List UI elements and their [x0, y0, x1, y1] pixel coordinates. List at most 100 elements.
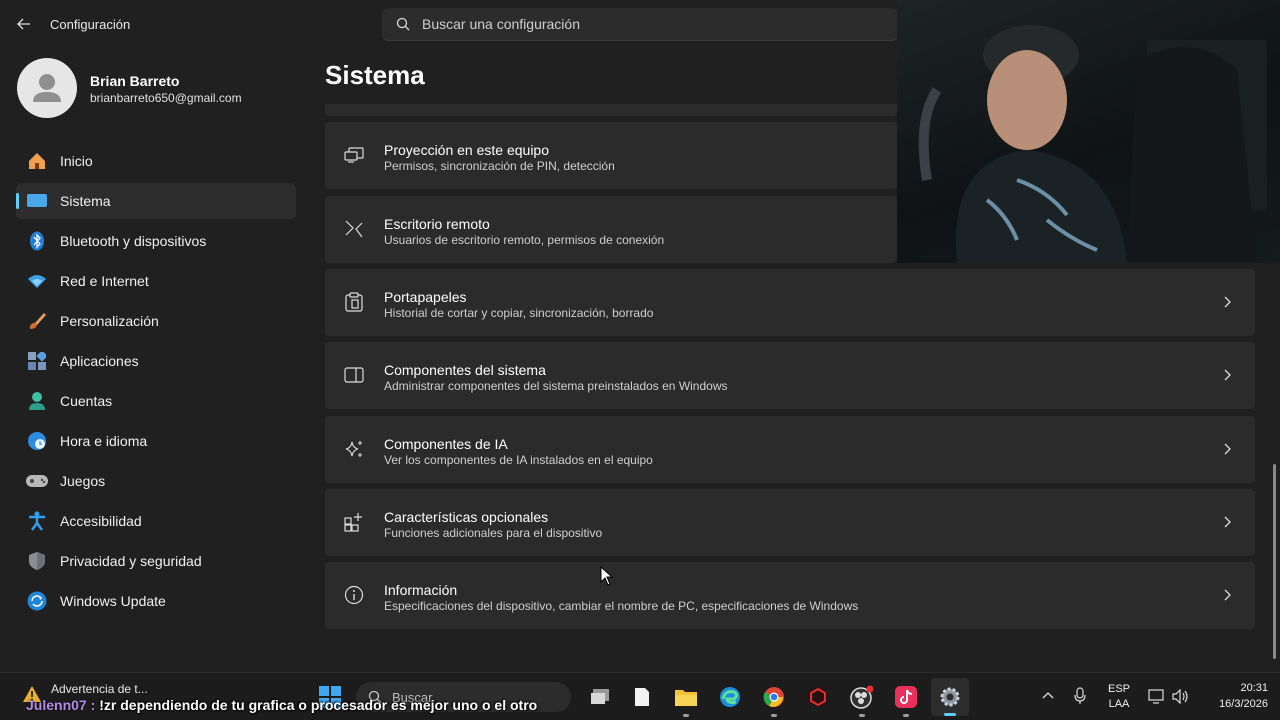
home-icon — [26, 150, 48, 172]
taskbar-app-tiktok[interactable] — [892, 683, 920, 717]
obs-icon — [850, 685, 874, 709]
card-subtitle: Funciones adicionales para el dispositiv… — [384, 526, 603, 540]
info-icon — [343, 584, 365, 606]
scrollbar[interactable] — [1273, 464, 1276, 659]
chevron-right-icon — [1224, 443, 1231, 455]
taskbar-app-notepad[interactable] — [628, 683, 656, 711]
card-portapapeles[interactable]: Portapapeles Historial de cortar y copia… — [325, 269, 1255, 336]
card-componentes-ia[interactable]: Componentes de IA Ver los componentes de… — [325, 416, 1255, 483]
card-escritorio-remoto[interactable]: Escritorio remoto Usuarios de escritorio… — [325, 196, 897, 263]
folder-icon — [675, 690, 697, 706]
sidebar-item-hora[interactable]: Hora e idioma — [16, 423, 296, 459]
sidebar-item-label: Accesibilidad — [60, 513, 142, 529]
red-app-icon — [808, 687, 828, 707]
card-title: Información — [384, 582, 458, 598]
sidebar-item-label: Inicio — [60, 153, 93, 169]
chevron-right-icon — [1224, 516, 1231, 528]
brush-icon — [26, 310, 48, 332]
settings-search-box[interactable] — [382, 8, 898, 41]
sparkle-icon — [343, 438, 365, 460]
chrome-icon — [763, 687, 784, 707]
taskbar-app-explorer[interactable] — [672, 683, 700, 717]
card-proyeccion[interactable]: Proyección en este equipo Permisos, sinc… — [325, 122, 897, 189]
sidebar-item-accesibilidad[interactable]: Accesibilidad — [16, 503, 296, 539]
sidebar-item-cuentas[interactable]: Cuentas — [16, 383, 296, 419]
chat-message: !zr dependiendo de tu grafica o procesad… — [99, 697, 538, 713]
card-subtitle: Historial de cortar y copiar, sincroniza… — [384, 306, 654, 320]
edge-icon — [720, 687, 740, 707]
clipboard-icon — [343, 291, 365, 313]
sidebar-item-aplicaciones[interactable]: Aplicaciones — [16, 343, 296, 379]
task-view-icon — [591, 689, 609, 704]
sidebar-item-juegos[interactable]: Juegos — [16, 463, 296, 499]
wifi-icon — [26, 270, 48, 292]
avatar[interactable] — [17, 58, 77, 118]
taskbar-app-chrome[interactable] — [760, 683, 788, 717]
sidebar-item-windows-update[interactable]: Windows Update — [16, 583, 296, 619]
card-subtitle: Permisos, sincronización de PIN, detecci… — [384, 159, 615, 173]
microphone-icon[interactable] — [1074, 687, 1086, 705]
projection-icon — [343, 144, 365, 166]
card-caracteristicas-opcionales[interactable]: Características opcionales Funciones adi… — [325, 489, 1255, 556]
shield-icon — [26, 550, 48, 572]
card-title: Portapapeles — [384, 289, 467, 305]
volume-icon[interactable] — [1172, 689, 1190, 704]
sidebar-item-label: Personalización — [60, 313, 159, 329]
sidebar-item-label: Juegos — [60, 473, 106, 489]
running-indicator — [771, 714, 777, 717]
system-icon — [26, 190, 48, 212]
running-indicator — [683, 714, 689, 717]
profile-email: brianbarreto650@gmail.com — [90, 91, 242, 105]
taskbar-app-red[interactable] — [804, 683, 832, 711]
sidebar-item-label: Hora e idioma — [60, 433, 148, 449]
task-view-button[interactable] — [586, 683, 614, 711]
card-title: Componentes de IA — [384, 436, 508, 452]
sidebar-item-inicio[interactable]: Inicio — [16, 143, 296, 179]
sidebar-item-sistema[interactable]: Sistema — [16, 183, 296, 219]
sidebar-item-label: Windows Update — [60, 593, 166, 609]
arrow-left-icon — [17, 18, 30, 30]
running-indicator — [859, 714, 865, 717]
card-title: Características opcionales — [384, 509, 549, 525]
sidebar-item-label: Aplicaciones — [60, 353, 139, 369]
sidebar-item-privacidad[interactable]: Privacidad y seguridad — [16, 543, 296, 579]
card-title: Escritorio remoto — [384, 216, 490, 232]
sidebar-item-label: Privacidad y seguridad — [60, 553, 202, 569]
card-informacion[interactable]: Información Especificaciones del disposi… — [325, 562, 1255, 629]
clock-globe-icon — [26, 430, 48, 452]
sidebar-item-label: Cuentas — [60, 393, 113, 409]
running-indicator — [903, 714, 909, 717]
optional-features-icon — [343, 511, 365, 533]
profile-name: Brian Barreto — [90, 73, 180, 89]
back-button[interactable] — [10, 10, 38, 38]
update-icon — [26, 590, 48, 612]
page-title: Sistema — [325, 60, 425, 90]
sidebar-nav: Inicio Sistema Bluetooth y dispositivos … — [16, 143, 296, 623]
taskbar-app-obs[interactable] — [848, 683, 876, 717]
sidebar-item-bluetooth[interactable]: Bluetooth y dispositivos — [16, 223, 296, 259]
network-icon[interactable] — [1148, 689, 1166, 704]
sidebar-item-red[interactable]: Red e Internet — [16, 263, 296, 299]
gamepad-icon — [26, 470, 48, 492]
streamer-silhouette — [918, 25, 1267, 263]
document-icon — [635, 688, 649, 706]
search-icon — [396, 17, 410, 31]
system-components-icon — [343, 364, 365, 386]
card-subtitle: Especificaciones del dispositivo, cambia… — [384, 599, 859, 613]
taskbar-app-edge[interactable] — [716, 683, 744, 711]
clock-time[interactable]: 20:31 — [1200, 682, 1268, 694]
language-indicator-top[interactable]: ESP — [1106, 683, 1132, 695]
card-subtitle: Administrar componentes del sistema prei… — [384, 379, 728, 393]
remote-desktop-icon — [343, 218, 365, 240]
chevron-up-icon[interactable] — [1042, 691, 1054, 699]
clock-date[interactable]: 16/3/2026 — [1200, 698, 1268, 710]
card-componentes-sistema[interactable]: Componentes del sistema Administrar comp… — [325, 342, 1255, 409]
accessibility-icon — [26, 510, 48, 532]
sidebar-item-personalizacion[interactable]: Personalización — [16, 303, 296, 339]
chevron-right-icon — [1224, 589, 1231, 601]
search-input[interactable] — [422, 16, 862, 32]
taskbar-app-settings[interactable] — [931, 678, 969, 716]
sidebar-item-label: Bluetooth y dispositivos — [60, 233, 207, 249]
language-indicator-bottom[interactable]: LAA — [1106, 698, 1132, 710]
card-subtitle: Usuarios de escritorio remoto, permisos … — [384, 233, 665, 247]
